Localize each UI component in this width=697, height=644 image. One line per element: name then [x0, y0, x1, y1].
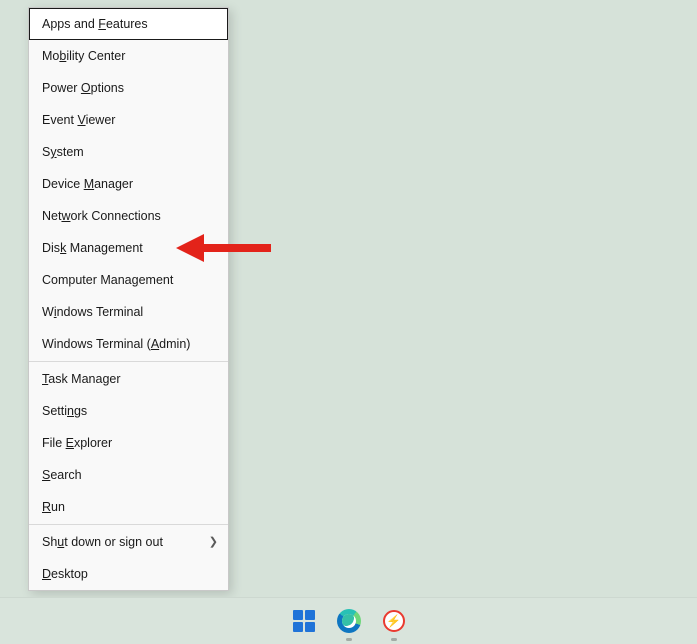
- bolt-icon: ⚡: [383, 610, 405, 632]
- menu-run[interactable]: Run: [29, 491, 228, 523]
- menu-settings[interactable]: Settings: [29, 395, 228, 427]
- taskbar: ⚡: [0, 597, 697, 644]
- menu-separator: [29, 361, 228, 362]
- menu-power-options[interactable]: Power Options: [29, 72, 228, 104]
- menu-windows-terminal[interactable]: Windows Terminal: [29, 296, 228, 328]
- menu-event-viewer[interactable]: Event Viewer: [29, 104, 228, 136]
- menu-network-connections[interactable]: Network Connections: [29, 200, 228, 232]
- menu-shutdown[interactable]: Shut down or sign out❯: [29, 526, 228, 558]
- taskbar-app[interactable]: ⚡: [380, 607, 408, 635]
- chevron-right-icon: ❯: [209, 526, 218, 558]
- taskbar-edge[interactable]: [335, 607, 363, 635]
- windows-logo-icon: [293, 610, 315, 632]
- menu-file-explorer[interactable]: File Explorer: [29, 427, 228, 459]
- menu-disk-management[interactable]: Disk Management: [29, 232, 228, 264]
- edge-icon: [337, 609, 361, 633]
- menu-device-manager[interactable]: Device Manager: [29, 168, 228, 200]
- menu-separator: [29, 524, 228, 525]
- menu-apps-and-features[interactable]: Apps and Features: [29, 8, 228, 40]
- winx-menu: Apps and FeaturesMobility CenterPower Op…: [28, 7, 229, 591]
- menu-desktop[interactable]: Desktop: [29, 558, 228, 590]
- menu-computer-management[interactable]: Computer Management: [29, 264, 228, 296]
- start-button[interactable]: [290, 607, 318, 635]
- menu-windows-terminal-admin[interactable]: Windows Terminal (Admin): [29, 328, 228, 360]
- menu-task-manager[interactable]: Task Manager: [29, 363, 228, 395]
- menu-search[interactable]: Search: [29, 459, 228, 491]
- menu-mobility-center[interactable]: Mobility Center: [29, 40, 228, 72]
- menu-system[interactable]: System: [29, 136, 228, 168]
